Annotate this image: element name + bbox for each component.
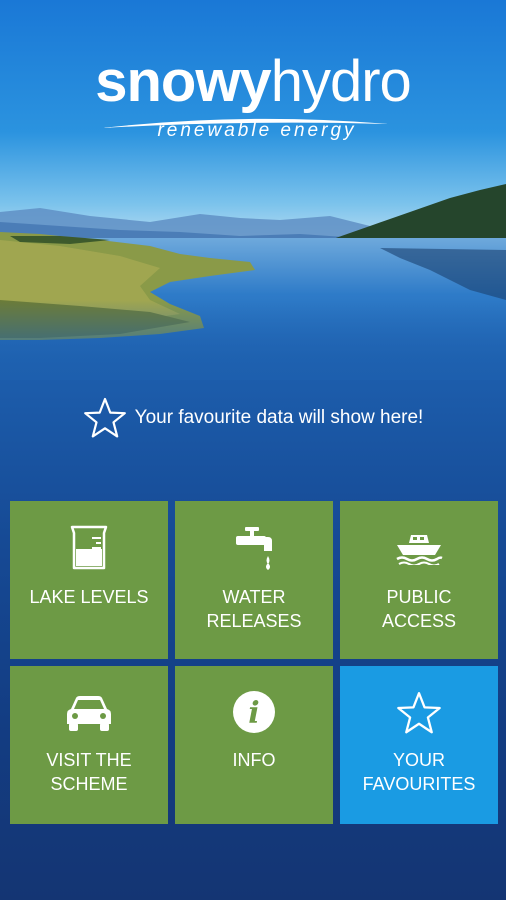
public-access-label: PUBLIC ACCESS — [381, 587, 457, 631]
beaker-icon — [70, 525, 108, 570]
boat-icon — [396, 535, 443, 565]
favourites-notice-text: Your favourite data will show here! — [134, 407, 424, 428]
info-button[interactable]: i INFO — [175, 666, 333, 824]
snowy-hydro-logo: snowyhydro renewable energy — [0, 50, 506, 142]
lake-levels-button[interactable]: LAKE LEVELS — [10, 501, 168, 659]
info-icon: i — [233, 691, 275, 733]
star-outline-icon — [83, 397, 126, 438]
main-menu-grid: LAKE LEVELS WATER RELEASES PUBLIC ACCESS… — [10, 501, 498, 824]
water-releases-label: WATER RELEASES — [206, 587, 302, 631]
your-favourites-label: YOUR FAVOURITES — [362, 750, 476, 794]
your-favourites-button[interactable]: YOUR FAVOURITES — [340, 666, 498, 824]
visit-the-scheme-button[interactable]: VISIT THE SCHEME — [10, 666, 168, 824]
car-icon — [67, 696, 111, 731]
star-outline-icon — [397, 691, 441, 734]
tap-icon — [236, 527, 272, 570]
info-label: INFO — [232, 750, 276, 770]
svg-text:i: i — [248, 696, 259, 731]
visit-the-scheme-label: VISIT THE SCHEME — [46, 750, 132, 794]
logo-swoosh-icon — [102, 118, 388, 128]
water-releases-button[interactable]: WATER RELEASES — [175, 501, 333, 659]
lake-levels-label: LAKE LEVELS — [29, 587, 149, 607]
favourites-notice: Your favourite data will show here! — [0, 396, 506, 440]
public-access-button[interactable]: PUBLIC ACCESS — [340, 501, 498, 659]
logo-wordmark: snowyhydro — [95, 49, 412, 114]
